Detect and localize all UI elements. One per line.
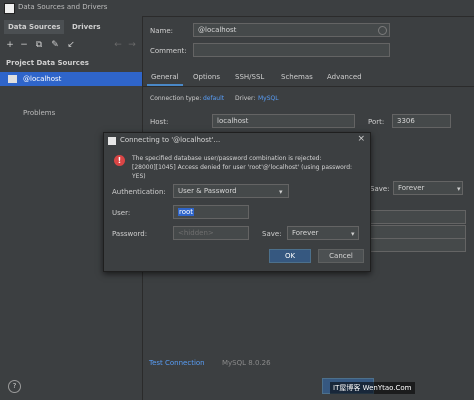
error-line-1: The specified database user/password com… — [132, 155, 322, 162]
port-label: Port: — [368, 118, 385, 126]
name-label: Name: — [150, 27, 174, 35]
save-select[interactable]: Forever — [287, 226, 359, 240]
add-icon[interactable]: + — [5, 40, 15, 50]
password-input[interactable]: <hidden> — [173, 226, 249, 240]
expand-icon[interactable] — [378, 26, 387, 35]
back-icon[interactable]: ← — [113, 40, 123, 50]
edit-icon[interactable]: ✎ — [50, 40, 60, 50]
tab-data-sources[interactable]: Data Sources — [4, 20, 65, 34]
sidebar-item-label: @localhost — [23, 75, 62, 83]
sidebar-item-problems[interactable]: Problems — [23, 109, 55, 117]
user-value: root — [178, 208, 195, 216]
tab-general[interactable]: General — [147, 70, 183, 86]
error-icon: ! — [114, 155, 125, 166]
save-label-behind: Save: — [370, 185, 390, 193]
tab-ssh-ssl[interactable]: SSH/SSL — [231, 70, 268, 84]
connection-type-link[interactable]: default — [203, 95, 224, 102]
chevron-down-icon: ▾ — [279, 188, 283, 196]
url-input-behind[interactable] — [370, 225, 466, 239]
auth-select[interactable]: User & Password — [173, 184, 289, 198]
connecting-dialog: Connecting to '@localhost'... × ! The sp… — [103, 132, 371, 272]
host-label: Host: — [150, 118, 169, 126]
auth-value: User & Password — [178, 187, 237, 195]
connection-type-label: Connection type: — [150, 95, 202, 102]
comment-input[interactable] — [193, 43, 390, 57]
comment-label: Comment: — [150, 47, 187, 55]
save-value: Forever — [292, 229, 319, 237]
close-icon[interactable]: × — [357, 134, 365, 144]
driver-label: Driver: — [235, 95, 256, 102]
sidebar-item-localhost[interactable]: @localhost — [0, 72, 142, 86]
save-select-behind[interactable]: Forever — [393, 181, 463, 195]
dialog-title: Connecting to '@localhost'... — [120, 136, 221, 144]
database-input-behind[interactable] — [370, 210, 466, 224]
divider — [143, 86, 474, 87]
chevron-down-icon: ▾ — [457, 185, 461, 193]
tab-options[interactable]: Options — [189, 70, 224, 84]
help-icon[interactable]: ? — [8, 380, 21, 393]
host-input[interactable]: localhost — [212, 114, 355, 128]
port-input[interactable]: 3306 — [392, 114, 451, 128]
forward-icon[interactable]: → — [127, 40, 137, 50]
duplicate-icon[interactable]: ⧉ — [34, 40, 44, 50]
password-label: Password: — [112, 230, 148, 238]
user-label: User: — [112, 209, 131, 217]
app-icon — [108, 137, 116, 145]
save-label: Save: — [262, 230, 282, 238]
window-title: Data Sources and Drivers — [18, 3, 108, 11]
save-value-behind: Forever — [398, 184, 425, 192]
title-bar: Data Sources and Drivers — [0, 0, 474, 17]
driver-link[interactable]: MySQL — [258, 95, 279, 102]
section-title: Project Data Sources — [6, 59, 89, 67]
tab-drivers[interactable]: Drivers — [68, 20, 105, 34]
database-icon — [8, 75, 17, 83]
server-version: MySQL 8.0.26 — [222, 359, 271, 367]
error-message: The specified database user/password com… — [132, 154, 366, 181]
test-connection-link[interactable]: Test Connection — [149, 359, 205, 367]
cancel-button[interactable]: Cancel — [318, 249, 364, 263]
auth-label: Authentication: — [112, 188, 166, 196]
import-icon[interactable]: ↙ — [66, 40, 76, 50]
app-icon — [4, 3, 15, 14]
name-input[interactable]: @localhost — [193, 23, 390, 37]
tab-schemas[interactable]: Schemas — [277, 70, 317, 84]
tab-advanced[interactable]: Advanced — [323, 70, 366, 84]
remove-icon[interactable]: − — [19, 40, 29, 50]
extra-input-behind[interactable] — [370, 238, 466, 252]
chevron-down-icon: ▾ — [351, 230, 355, 238]
error-line-2: [28000][1045] Access denied for user 'ro… — [132, 164, 353, 180]
watermark: IT屋博客 WenYtao.Com — [330, 382, 415, 394]
user-input[interactable]: root — [173, 205, 249, 219]
ok-button[interactable]: OK — [269, 249, 311, 263]
